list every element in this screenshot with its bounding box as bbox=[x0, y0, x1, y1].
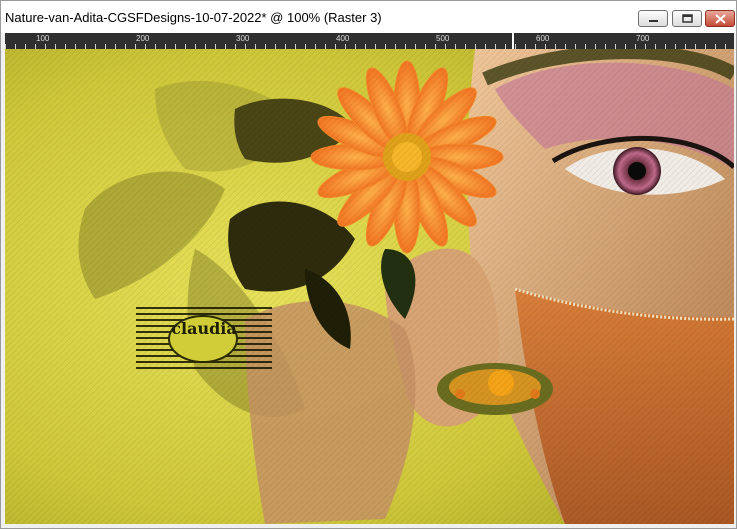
ruler-ticks: 100 200 300 400 500 600 700 bbox=[5, 33, 726, 49]
watermark-text: claudia bbox=[171, 319, 237, 338]
ruler-label-500: 500 bbox=[436, 34, 450, 43]
maximize-button[interactable] bbox=[672, 10, 702, 27]
close-button[interactable] bbox=[705, 10, 735, 27]
maximize-icon bbox=[682, 14, 693, 23]
ruler-label-300: 300 bbox=[236, 34, 250, 43]
artwork bbox=[5, 49, 734, 524]
window-title: Nature-van-Adita-CGSFDesigns-10-07-2022*… bbox=[5, 10, 382, 25]
minimize-icon bbox=[649, 20, 658, 22]
close-icon bbox=[715, 14, 726, 24]
ruler-label-600: 600 bbox=[536, 34, 550, 43]
ruler-label-100: 100 bbox=[36, 34, 50, 43]
ruler-label-700: 700 bbox=[636, 34, 650, 43]
title-bar[interactable]: Nature-van-Adita-CGSFDesigns-10-07-2022*… bbox=[1, 1, 736, 33]
ruler-label-400: 400 bbox=[336, 34, 350, 43]
horizontal-ruler[interactable]: 100 200 300 400 500 600 700 bbox=[5, 33, 734, 49]
watermark-logo: claudia bbox=[136, 307, 272, 373]
ruler-label-200: 200 bbox=[136, 34, 150, 43]
minimize-button[interactable] bbox=[638, 10, 668, 27]
image-canvas[interactable]: claudia bbox=[5, 49, 734, 524]
image-window: Nature-van-Adita-CGSFDesigns-10-07-2022*… bbox=[0, 0, 737, 529]
